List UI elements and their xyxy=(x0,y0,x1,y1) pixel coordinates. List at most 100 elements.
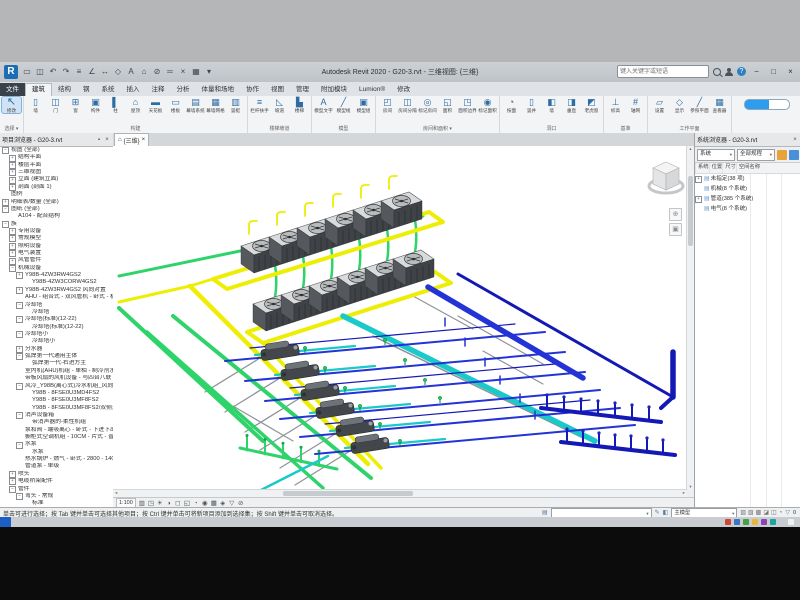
chillers[interactable] xyxy=(260,339,390,454)
tree-item[interactable]: + 电缆桥架配件 xyxy=(0,478,113,485)
expander-icon[interactable]: + xyxy=(9,243,16,250)
tree-item[interactable]: 水泵 xyxy=(0,449,113,456)
tree-item[interactable]: 带消声器的-柔性机组 xyxy=(0,419,113,426)
qat-button-print[interactable]: ≡ xyxy=(73,66,85,78)
tree-item[interactable]: 冷却塔 xyxy=(0,309,113,316)
expander-icon[interactable]: + xyxy=(2,199,9,206)
tree-item[interactable]: 管道泵 - 单级 xyxy=(0,463,113,470)
expander-icon[interactable]: − xyxy=(16,331,23,338)
ribbon-button-vertical-opening[interactable]: ◨垂直 xyxy=(562,97,581,113)
ribbon-button-column[interactable]: ▌柱 xyxy=(106,97,125,113)
tree-item[interactable]: Y98B - 8FSE0U3MF8FS2/双侧对置 xyxy=(0,405,113,412)
tree-item[interactable]: − 冷却塔小 xyxy=(0,331,113,338)
ribbon-tab[interactable]: 附加模块 xyxy=(315,83,353,96)
ribbon-tab[interactable]: 插入 xyxy=(121,83,146,96)
column-header[interactable]: 系统 xyxy=(695,163,709,173)
qat-button-customize-qat[interactable]: ▾ xyxy=(203,66,215,78)
tree-item[interactable]: + 常规模型 xyxy=(0,235,113,242)
qat-button-open[interactable]: ▭ xyxy=(21,66,33,78)
qat-button-text[interactable]: A xyxy=(125,66,137,78)
cooling-towers[interactable] xyxy=(241,192,434,331)
ribbon-button-set-workplane[interactable]: ▱设置 xyxy=(650,97,669,113)
tray-icon-tray-5[interactable] xyxy=(761,519,767,525)
ribbon-tab[interactable]: Lumion® xyxy=(353,83,391,96)
qat-button-switch-windows[interactable]: ▦ xyxy=(190,66,202,78)
pin-icon[interactable]: ▪ xyxy=(95,137,103,143)
tree-item[interactable]: + 喷头 xyxy=(0,471,113,478)
ribbon-button-area[interactable]: ◱面积 xyxy=(438,97,457,113)
tree-item[interactable]: − 消声设备箱 xyxy=(0,412,113,419)
tree-item[interactable]: − 水泵 xyxy=(0,441,113,448)
expander-icon[interactable]: − xyxy=(16,383,23,390)
tree-item[interactable]: + 照明设备 xyxy=(0,243,113,250)
tree-item[interactable]: + Y98B-4ZW3RW4GS2 xyxy=(0,272,113,279)
qat-button-save[interactable]: ◫ xyxy=(34,66,46,78)
view-tab-3d[interactable]: ⌂ {三维} × xyxy=(114,133,149,146)
ribbon-button-railing[interactable]: ≡栏杆扶手 xyxy=(250,97,269,113)
maximize-button[interactable]: □ xyxy=(767,67,780,76)
tree-item[interactable]: 橱柜式空调机组 - 10CM - 片式 - 普通型 - 100-175-CN xyxy=(0,434,113,441)
ribbon-tab[interactable]: 分析 xyxy=(171,83,196,96)
tree-item[interactable]: − 族 xyxy=(0,221,113,228)
expander-icon[interactable]: + xyxy=(9,478,16,485)
ribbon-button-modify[interactable]: ↖修改 xyxy=(2,97,21,113)
expander-icon[interactable]: + xyxy=(9,235,16,242)
expander-icon[interactable]: + xyxy=(9,250,16,257)
ribbon-button-grid[interactable]: #轴网 xyxy=(626,97,645,113)
expander-icon[interactable]: + xyxy=(9,169,16,176)
expander-icon[interactable]: + xyxy=(695,196,702,203)
expander-icon[interactable]: + xyxy=(9,258,16,265)
ribbon-button-curtain-grid[interactable]: ▦幕墙网格 xyxy=(206,97,225,113)
ribbon-button-level[interactable]: ⊥标高 xyxy=(606,97,625,113)
tree-item[interactable]: Y98B-4ZW3CORW4GS2 xyxy=(0,279,113,286)
ribbon-tab[interactable]: 注释 xyxy=(146,83,171,96)
vertical-scroll-thumb[interactable] xyxy=(688,176,693,246)
tree-item[interactable]: + 分水器 xyxy=(0,346,113,353)
close-icon[interactable]: × xyxy=(103,137,111,143)
filter-select-view-filter[interactable]: 系统▾ xyxy=(697,149,735,161)
tree-item[interactable]: 带板风扇的风机设备 - 与四台八联 - 底部连接 xyxy=(0,375,113,382)
expander-icon[interactable]: + xyxy=(9,228,16,235)
system-browser-header[interactable]: 系统浏览器 - G20-3.rvt × xyxy=(695,133,800,147)
close-icon[interactable]: × xyxy=(791,137,799,143)
ribbon-button-area-boundary[interactable]: ◳面积边界 xyxy=(458,97,477,113)
ribbon-button-mullion[interactable]: ▥竖梃 xyxy=(226,97,245,113)
tree-item[interactable]: + 结构平面 xyxy=(0,154,113,161)
tree-item[interactable]: − 风冷_Y98B(离心式)冷水机组_风向对置 xyxy=(0,383,113,390)
ribbon-tab[interactable]: 钢 xyxy=(77,83,96,96)
tree-item[interactable]: − 冷却塔(标准)(12-22) xyxy=(0,316,113,323)
ribbon-button-window[interactable]: ⊞窗 xyxy=(66,97,85,113)
expander-icon[interactable]: + xyxy=(9,177,16,184)
scroll-up-icon[interactable]: ▴ xyxy=(687,146,694,152)
system-row[interactable]: ▤ 机械(8 个系统) xyxy=(695,184,800,194)
view-tab-close-icon[interactable]: × xyxy=(142,137,146,143)
revit-logo[interactable]: R xyxy=(4,65,18,79)
expander-icon[interactable]: + xyxy=(695,176,702,183)
view-cube[interactable] xyxy=(649,162,683,193)
ribbon-tab[interactable]: 修改 xyxy=(391,83,416,96)
horizontal-scrollbar[interactable]: ◂ ▸ xyxy=(113,489,687,497)
3d-model-view[interactable] xyxy=(113,146,694,497)
search-icon[interactable] xyxy=(713,68,721,76)
ribbon-button-roof[interactable]: ⌂屋顶 xyxy=(126,97,145,113)
tree-item[interactable]: 弧焊第一代-右进方主 xyxy=(0,360,113,367)
tree-item[interactable]: + Y98B-4ZW3RW4GS2 风向对置 xyxy=(0,287,113,294)
expander-icon[interactable]: − xyxy=(16,493,23,500)
ribbon-button-model-line[interactable]: ╱模型线 xyxy=(334,97,353,113)
livesync-toggle[interactable] xyxy=(744,99,790,110)
ribbon-tab[interactable]: 协作 xyxy=(240,83,265,96)
tray-icon-tray-3[interactable] xyxy=(743,519,749,525)
ribbon-button-ramp[interactable]: ◺坡道 xyxy=(270,97,289,113)
expander-icon[interactable]: − xyxy=(2,147,9,154)
tree-item[interactable]: + 三维视图 xyxy=(0,169,113,176)
tree-item[interactable]: − 弯头 - 常规 xyxy=(0,493,113,500)
horizontal-scroll-thumb[interactable] xyxy=(283,491,413,496)
column-header[interactable]: 位置 xyxy=(709,163,723,173)
tree-item[interactable]: + 专用设备 xyxy=(0,228,113,235)
system-row[interactable]: + ▤ 未指定(38 项) xyxy=(695,174,800,184)
ribbon-button-door[interactable]: ◫门 xyxy=(46,97,65,113)
column-header[interactable]: 空间名称 xyxy=(736,163,760,173)
ribbon-button-wall[interactable]: ▯墙 xyxy=(26,97,45,113)
expander-icon[interactable]: − xyxy=(2,206,9,213)
expander-icon[interactable]: + xyxy=(16,346,23,353)
